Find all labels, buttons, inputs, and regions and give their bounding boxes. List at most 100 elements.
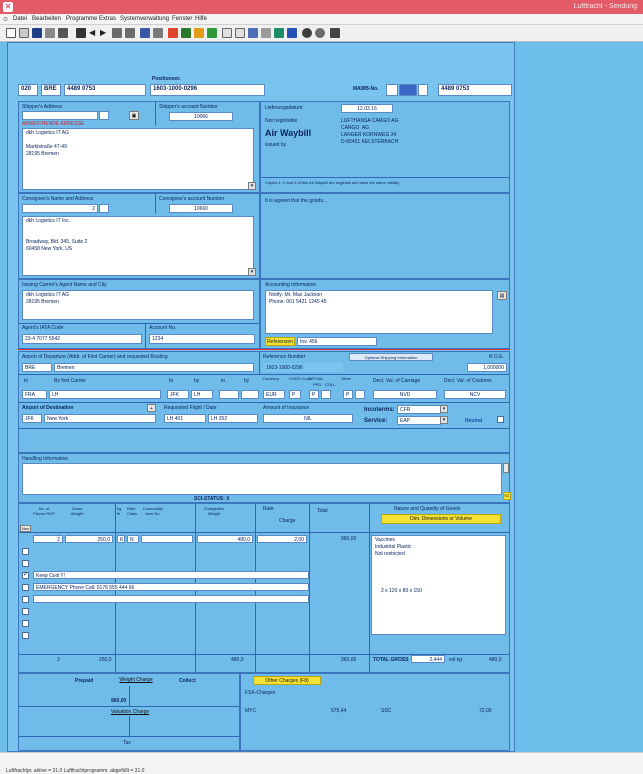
references-button[interactable]: Referenzen	[265, 337, 295, 346]
by2-field[interactable]: LH	[191, 390, 213, 399]
list-icon[interactable]	[58, 28, 68, 38]
sc-button[interactable]: SC	[503, 492, 511, 500]
wt-ppd-field[interactable]: P	[309, 390, 319, 399]
other-ppd-field[interactable]: P	[343, 390, 353, 399]
departure-code-field[interactable]: BRE	[22, 363, 52, 372]
menu-bearbeiten[interactable]: Bearbeiten	[32, 16, 61, 22]
row-pieces-field[interactable]: 2	[33, 535, 63, 543]
roe-field[interactable]: 1,000000	[467, 363, 507, 372]
customs-value-field[interactable]: NCV	[444, 390, 506, 399]
menu-systemverwaltung[interactable]: Systemverwaltung	[120, 16, 169, 22]
layout-icon[interactable]	[261, 28, 271, 38]
search-icon[interactable]	[19, 28, 29, 38]
shipper-dropdown-icon[interactable]: ▾	[248, 182, 256, 190]
previous-icon[interactable]: ◀	[89, 28, 99, 38]
other-charges-button[interactable]: Other Charges (F8)	[253, 676, 321, 685]
menu-fenster[interactable]: Fenster	[172, 16, 192, 22]
print-icon[interactable]	[76, 28, 86, 38]
handling-lookup-button[interactable]	[503, 463, 509, 473]
menu-extras[interactable]: Extras	[99, 16, 116, 22]
row-checkbox-4[interactable]	[22, 584, 29, 591]
total-gross-field[interactable]: 2,444	[411, 655, 445, 663]
shipper-stepper[interactable]	[99, 111, 109, 120]
flight1-field[interactable]: LH 401	[164, 414, 206, 423]
table-icon[interactable]	[153, 28, 163, 38]
settings-icon[interactable]	[315, 28, 325, 38]
menu-hilfe[interactable]: Hilfe	[195, 16, 207, 22]
menu-programme[interactable]: Programme	[66, 16, 97, 22]
copy-icon[interactable]	[45, 28, 55, 38]
row-chargeable-field[interactable]: 480,0	[197, 535, 253, 543]
reference-field[interactable]: 1603-1000-0296	[263, 363, 343, 372]
shipper-address-area[interactable]: dkh Logistics IT AG Marktstraße 47-49 28…	[22, 128, 254, 190]
merge-icon[interactable]	[125, 28, 135, 38]
references-field[interactable]: Inv. 456	[297, 337, 377, 346]
service-select[interactable]: EAP	[397, 416, 441, 425]
dimensions-button[interactable]: Dim. Dimensions or Volume	[381, 514, 501, 524]
agent-iata-field[interactable]: 23-4 7077 5542	[22, 334, 142, 344]
consignee-stepper[interactable]	[99, 204, 109, 213]
shipper-code-field[interactable]	[22, 111, 98, 120]
incoterm-select[interactable]: CFR	[397, 405, 441, 414]
menu-datei[interactable]: Datei	[13, 16, 27, 22]
consignee-dropdown-icon[interactable]: ▾	[248, 268, 256, 276]
shipper-lookup-button[interactable]: ▣	[129, 111, 139, 120]
by1-field[interactable]: LH	[49, 390, 161, 399]
currency-field[interactable]: EUR	[263, 390, 285, 399]
row-gross-field[interactable]: 250,0	[65, 535, 113, 543]
insurance-field[interactable]: NIL	[263, 414, 353, 423]
origin-code-field[interactable]: BRE	[41, 84, 61, 96]
row-checkbox-2[interactable]	[22, 560, 29, 567]
mail-icon[interactable]	[235, 28, 245, 38]
departure-city-field[interactable]: Bremen	[54, 363, 254, 372]
row-checkbox-8[interactable]	[22, 632, 29, 639]
consignee-account-field[interactable]: 10660	[169, 204, 233, 213]
carriage-value-field[interactable]: NVD	[373, 390, 437, 399]
accounting-area[interactable]: Notify: Mr. Max Jackson Phone: 001 5421 …	[265, 290, 493, 334]
row-checkbox-6[interactable]	[22, 608, 29, 615]
grid-icon[interactable]	[140, 28, 150, 38]
emergency-field[interactable]: EMERGENCY Phone Call: 0176 555 444 66	[33, 583, 309, 591]
awb-prefix-field[interactable]: 020	[18, 84, 38, 96]
goods-description-area[interactable]: Vaccines Industrial Plastic Not restrict…	[371, 535, 506, 635]
to2-field[interactable]: JFK	[167, 390, 189, 399]
new-document-icon[interactable]	[6, 28, 16, 38]
chgs-field[interactable]: P	[289, 390, 301, 399]
new-row-button[interactable]: Neu	[20, 525, 31, 532]
awb-number-field[interactable]: 4489 0753	[64, 84, 146, 96]
to1-field[interactable]: FRA	[22, 390, 47, 399]
split-icon[interactable]	[112, 28, 122, 38]
flight2-field[interactable]: LH 352	[208, 414, 258, 423]
row-kg-field[interactable]: K	[117, 535, 125, 543]
optional-info-field[interactable]: Optional Shipping Information	[349, 353, 433, 361]
row-class-field[interactable]: N	[127, 535, 139, 543]
awb-number2-field[interactable]: 4489 0753	[438, 84, 512, 96]
position-number-field[interactable]: 1603-1000-0296	[150, 84, 265, 96]
agent-account-field[interactable]: 1234	[149, 334, 255, 344]
awb-spacer-field[interactable]	[418, 84, 428, 96]
incoterm-dropdown-icon[interactable]: ▾	[440, 405, 448, 413]
document-blue-icon[interactable]	[287, 28, 297, 38]
app-menu-icon[interactable]: ⊙	[3, 16, 8, 23]
other-coll-field[interactable]	[355, 390, 365, 399]
awb-code-field[interactable]	[399, 84, 417, 96]
globe-icon[interactable]	[302, 28, 312, 38]
close-icon[interactable]: ✕	[3, 2, 13, 12]
consignee-stepper-field[interactable]: 2	[22, 204, 98, 213]
wt-coll-field[interactable]	[321, 390, 331, 399]
neutral-checkbox[interactable]	[497, 416, 504, 423]
edit-icon[interactable]	[194, 28, 204, 38]
row-checkbox-3[interactable]: ✓	[22, 572, 29, 579]
handling-area[interactable]	[22, 463, 502, 495]
add-destination-button[interactable]: +	[147, 404, 156, 412]
web-icon[interactable]	[274, 28, 284, 38]
next-icon[interactable]: ▶	[100, 28, 110, 38]
percent-icon[interactable]	[181, 28, 191, 38]
free-text-field-3[interactable]	[33, 595, 309, 603]
to3-field[interactable]	[219, 390, 239, 399]
accounting-lookup-button[interactable]: ▤	[497, 291, 507, 300]
save-icon[interactable]	[32, 28, 42, 38]
row-rate-field[interactable]: 2,00	[257, 535, 307, 543]
delivery-date-field[interactable]: 12.03.16	[341, 104, 393, 113]
weight-charge-button[interactable]: Weight Charge	[113, 676, 159, 684]
